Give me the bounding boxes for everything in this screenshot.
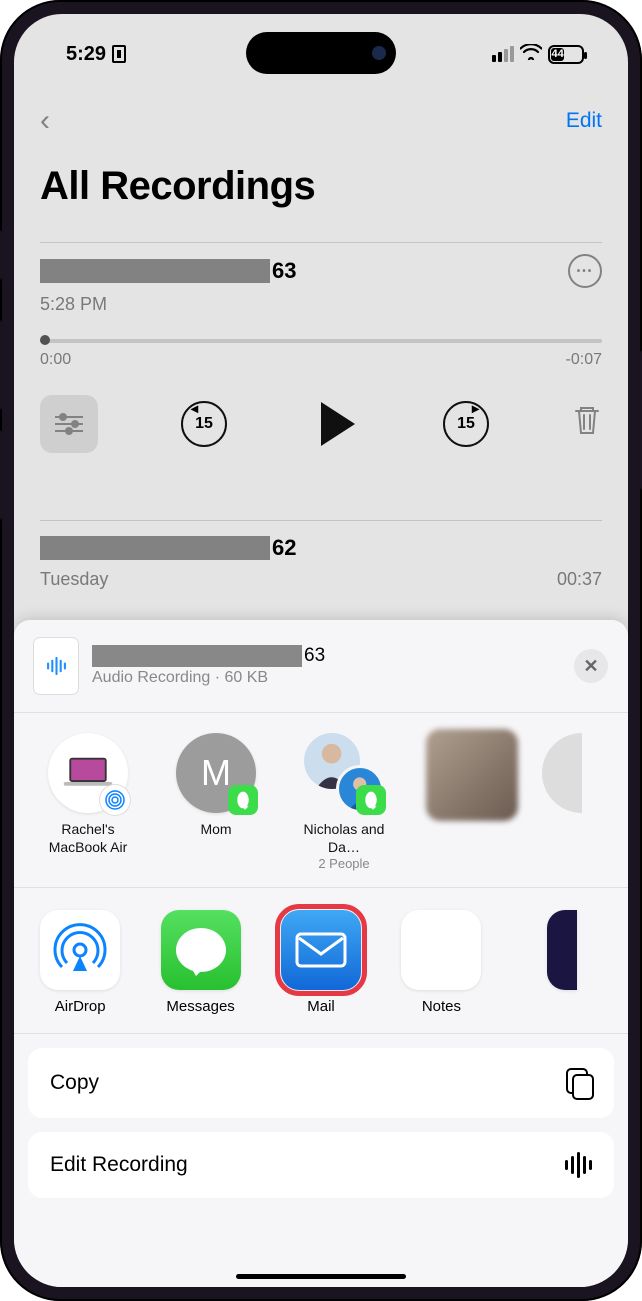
action-label: Edit Recording — [50, 1153, 188, 1177]
action-edit-recording[interactable]: Edit Recording — [28, 1132, 614, 1198]
screen: 5:29 44 ‹ Edit All Recordings — [14, 14, 628, 1287]
blurred-avatar — [426, 729, 518, 821]
file-icon — [34, 638, 78, 694]
messages-icon — [161, 910, 241, 990]
avatar — [48, 733, 128, 813]
app-mail[interactable]: Mail — [277, 910, 365, 1015]
contact-macbook[interactable]: Rachel's MacBook Air — [34, 733, 142, 871]
sim-icon — [112, 45, 126, 63]
contact-label: Rachel's MacBook Air — [34, 821, 142, 856]
messages-badge-icon — [356, 785, 386, 815]
share-contacts-row: Rachel's MacBook Air M Mom — [14, 713, 628, 888]
dynamic-island — [246, 32, 396, 74]
home-indicator[interactable] — [236, 1274, 406, 1279]
file-name-suffix: 63 — [304, 645, 325, 667]
contact-group[interactable]: Nicholas and Da… 2 People — [290, 733, 398, 871]
app-overflow-icon — [547, 910, 577, 990]
share-actions: Copy Edit Recording — [14, 1034, 628, 1198]
app-label: AirDrop — [55, 998, 106, 1015]
close-button[interactable]: ✕ — [574, 649, 608, 683]
contact-sublabel: 2 People — [318, 856, 369, 871]
app-label: Messages — [166, 998, 234, 1015]
volume-down — [0, 430, 2, 520]
battery-icon: 44 — [548, 45, 584, 64]
status-time: 5:29 — [66, 43, 106, 66]
app-label: Notes — [422, 998, 461, 1015]
highlight-annotation — [275, 904, 367, 996]
mute-switch — [0, 230, 2, 280]
battery-level: 44 — [551, 48, 564, 61]
contact-label: Nicholas and Da… — [290, 821, 398, 856]
app-notes[interactable]: Notes — [397, 910, 485, 1015]
file-meta: Audio Recording · 60 KB — [92, 669, 574, 687]
contact-mom[interactable]: M Mom — [162, 733, 270, 871]
redacted-text — [92, 645, 302, 667]
avatar-group — [304, 733, 384, 813]
action-label: Copy — [50, 1071, 99, 1095]
app-overflow[interactable] — [518, 910, 606, 990]
airdrop-badge-icon — [100, 785, 130, 815]
app-airdrop[interactable]: AirDrop — [36, 910, 124, 1015]
avatar: M — [176, 733, 256, 813]
contact-label: Mom — [200, 821, 231, 839]
action-copy[interactable]: Copy — [28, 1048, 614, 1118]
copy-icon — [566, 1068, 592, 1098]
volume-up — [0, 320, 2, 410]
camera-dot — [372, 46, 386, 60]
contact-blurred[interactable] — [418, 733, 526, 871]
cellular-icon — [492, 46, 514, 62]
share-sheet: 63 Audio Recording · 60 KB ✕ Rachel's Ma… — [14, 620, 628, 1287]
phone-frame: 5:29 44 ‹ Edit All Recordings — [0, 0, 642, 1301]
waveform-icon — [565, 1152, 592, 1178]
app-messages[interactable]: Messages — [156, 910, 244, 1015]
contact-overflow[interactable] — [542, 733, 582, 813]
share-header: 63 Audio Recording · 60 KB ✕ — [14, 620, 628, 713]
share-apps-row: AirDrop Messages Mail — [14, 888, 628, 1034]
messages-badge-icon — [228, 785, 258, 815]
mail-icon — [281, 910, 361, 990]
notes-icon — [401, 910, 481, 990]
file-name: 63 — [92, 645, 574, 667]
app-label: Mail — [307, 998, 335, 1015]
wifi-icon — [520, 44, 542, 65]
airdrop-icon — [40, 910, 120, 990]
